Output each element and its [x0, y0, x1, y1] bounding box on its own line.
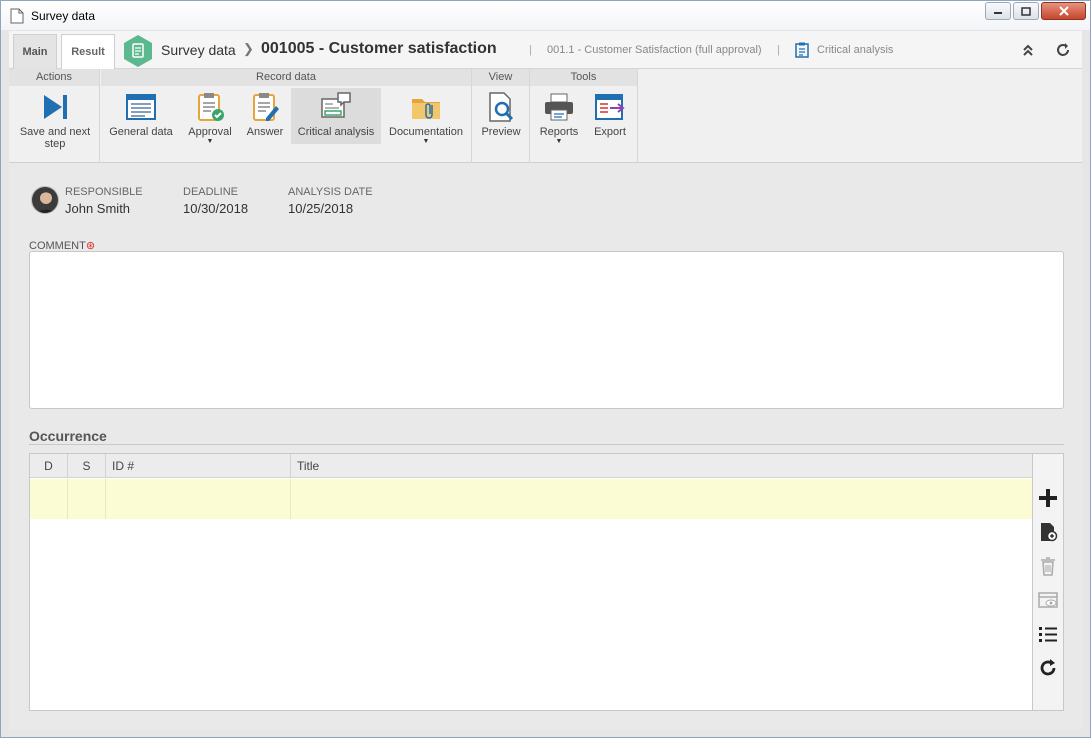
add-button[interactable] [1037, 487, 1059, 509]
avatar [31, 186, 59, 214]
occurrence-grid: D S ID # Title [29, 453, 1033, 711]
deadline-label: DEADLINE [183, 186, 239, 198]
form-window-icon [125, 91, 157, 123]
group-view: View Preview [472, 69, 530, 163]
printer-icon [543, 91, 575, 123]
answer-button[interactable]: Answer [242, 88, 288, 144]
document-icon [10, 8, 24, 24]
dropdown-arrow-icon: ▼ [422, 138, 430, 145]
group-label-actions: Actions [9, 69, 99, 86]
collapse-header-button[interactable] [1018, 40, 1038, 60]
delete-button[interactable] [1037, 555, 1059, 577]
documentation-label: Documentation [389, 126, 463, 138]
save-next-label-2: step [44, 138, 66, 150]
add-icon [1039, 489, 1057, 507]
export-window-icon [594, 91, 626, 123]
minimize-button[interactable] [985, 2, 1011, 20]
breadcrumb-survey-type: 001.1 - Customer Satisfaction (full appr… [547, 44, 762, 56]
title-bar: Survey data [1, 1, 1090, 30]
group-label-record-data: Record data [101, 69, 471, 86]
table-cell [291, 479, 1032, 519]
new-document-button[interactable] [1037, 521, 1059, 543]
double-chevron-up-icon [1023, 44, 1033, 56]
answer-label: Answer [246, 126, 284, 138]
breadcrumb-step: Critical analysis [817, 44, 894, 56]
dropdown-arrow-icon: ▼ [206, 138, 214, 145]
group-label-view: View [472, 69, 529, 86]
folder-attachment-icon [410, 91, 442, 123]
new-record-icon [1041, 523, 1058, 542]
analysis-chat-icon [320, 91, 352, 123]
table-cell [106, 479, 291, 519]
refresh-icon [1057, 43, 1069, 56]
breadcrumb-module[interactable]: Survey data [161, 42, 236, 58]
critical-analysis-button[interactable]: Critical analysis [291, 88, 381, 144]
breadcrumb-separator-icon: ❯ [243, 41, 254, 56]
app-window: Survey data Main Result Survey data ❯ 00… [0, 0, 1091, 738]
clipboard-pencil-icon [249, 91, 281, 123]
delete-icon [1041, 557, 1055, 576]
refresh-button[interactable] [1037, 657, 1059, 679]
column-header-s[interactable]: S [68, 454, 106, 478]
main-content: RESPONSIBLE John Smith DEADLINE 10/30/20… [9, 163, 1082, 730]
deadline-value: 10/30/2018 [183, 201, 249, 216]
list-button[interactable] [1037, 623, 1059, 645]
dropdown-arrow-icon: ▼ [555, 138, 563, 145]
magnifier-document-icon [485, 91, 517, 123]
maximize-button[interactable] [1013, 2, 1039, 20]
window-title: Survey data [31, 8, 96, 23]
clipboard-check-icon [194, 91, 226, 123]
list-icon [1039, 627, 1057, 642]
comment-field[interactable] [29, 251, 1064, 409]
save-and-next-step-button[interactable]: Save and next step [12, 88, 98, 150]
save-next-icon [39, 91, 71, 123]
reload-button[interactable] [1053, 40, 1073, 60]
analysis-date-value: 10/25/2018 [288, 201, 354, 216]
export-label: Export [594, 126, 626, 138]
column-header-id[interactable]: ID # [106, 454, 291, 478]
preview-button[interactable]: Preview [477, 88, 525, 144]
preview-label: Preview [481, 126, 521, 138]
column-header-d[interactable]: D [30, 454, 68, 478]
grid-header: D S ID # Title [30, 454, 1032, 478]
grid-toolbar [1033, 453, 1064, 711]
tab-main[interactable]: Main [13, 34, 57, 69]
general-data-label: General data [109, 126, 173, 138]
record-title: 001005 - Customer satisfaction [261, 40, 497, 57]
column-header-title[interactable]: Title [291, 454, 1032, 478]
refresh-icon [1040, 659, 1056, 676]
save-next-label-1: Save and next [19, 126, 91, 138]
view-button[interactable] [1037, 589, 1059, 611]
divider: | [777, 44, 780, 56]
record-header: Main Result Survey data ❯ 001005 - Custo… [9, 31, 1082, 69]
general-data-button[interactable]: General data [106, 88, 176, 144]
documentation-button[interactable]: Documentation ▼ [384, 88, 468, 145]
ribbon-toolbar: Actions Save and next step Record data G… [9, 69, 1082, 163]
close-button[interactable] [1041, 2, 1086, 20]
group-tools: Tools Reports ▼ Export [530, 69, 638, 163]
reports-label: Reports [539, 126, 579, 138]
occurrence-section-title: Occurrence [29, 428, 107, 444]
analysis-date-label: ANALYSIS DATE [288, 186, 373, 198]
group-label-tools: Tools [530, 69, 637, 86]
group-record-data: Record data General data Approval ▼ Answ… [101, 69, 472, 163]
clipboard-icon [795, 42, 809, 61]
section-divider [29, 444, 1064, 445]
approval-label: Approval [188, 126, 232, 138]
responsible-label: RESPONSIBLE [65, 186, 143, 198]
group-actions: Actions Save and next step [9, 69, 100, 163]
table-cell [30, 479, 68, 519]
critical-analysis-label: Critical analysis [297, 126, 375, 138]
reports-button[interactable]: Reports ▼ [535, 88, 583, 145]
export-button[interactable]: Export [586, 88, 634, 144]
responsible-value: John Smith [65, 201, 131, 216]
approval-button[interactable]: Approval ▼ [181, 88, 239, 145]
table-row[interactable] [30, 479, 1032, 519]
survey-module-icon [122, 34, 154, 68]
tab-result[interactable]: Result [61, 34, 115, 69]
view-icon [1038, 592, 1058, 608]
table-cell [68, 479, 106, 519]
divider: | [529, 44, 532, 56]
